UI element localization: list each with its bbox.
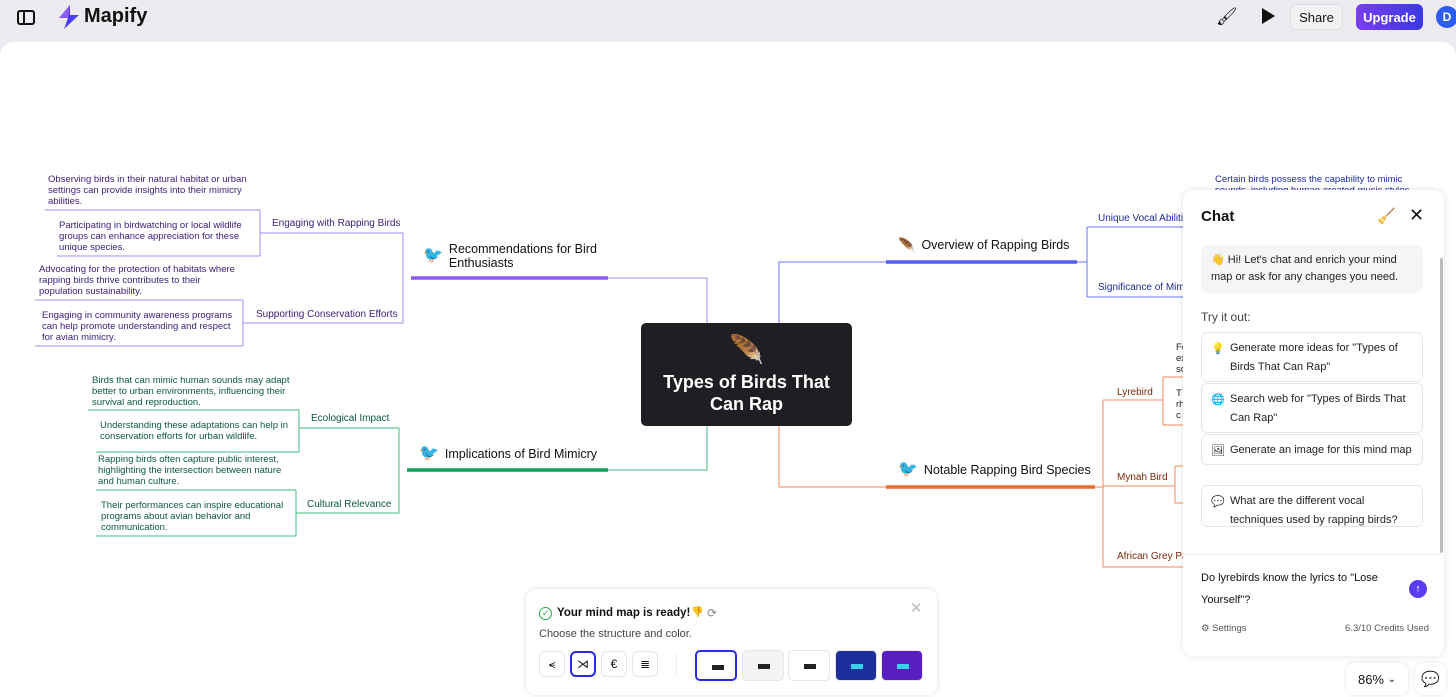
chat-toggle-button[interactable]: 💬 [1415,663,1446,695]
topic-node[interactable]: 🐦 Implications of Bird Mimicry [419,445,597,462]
chat-bubble-icon: 💬 [1421,671,1440,688]
image-icon: 🖼 [1211,445,1225,457]
subtopic-node[interactable]: Mynah Bird [1117,472,1168,483]
subtopic-node[interactable]: Significance of Mimicry [1098,282,1186,293]
credits-used: 6.3/10 Credits Used [1345,623,1429,634]
ready-subtitle: Choose the structure and color. [539,628,692,640]
structure-option-vertical[interactable]: ≣ [632,651,658,677]
chat-panel: Chat 🧹 ✕ 👋 Hi! Let's chat and enrich you… [1183,190,1444,656]
leaf-node[interactable]: Participating in birdwatching or local w… [59,220,254,253]
zoom-level-dropdown[interactable]: 86% ⌄ [1346,663,1408,695]
chat-input[interactable]: Do lyrebirds know the lyrics to "Lose Yo… [1201,567,1401,611]
close-icon[interactable]: ✕ [910,599,923,617]
structure-option-both[interactable]: ⋊ [570,651,596,677]
topic-node[interactable]: 🐦 Recommendations for Bird Enthusiasts [423,242,613,270]
check-circle-icon: ✓ [539,607,552,620]
theme-option-gray[interactable] [742,650,784,681]
kiwi-bird-icon: 🐦 [419,445,439,462]
topic-node[interactable]: 🪶 Overview of Rapping Birds [898,238,1069,252]
subtopic-node[interactable]: Engaging with Rapping Birds [272,218,400,229]
chat-bubble-icon: 💬 [1211,496,1225,508]
leaf-node[interactable]: Birds that can mimic human sounds may ad… [92,375,297,408]
topic-node[interactable]: 🐦 Notable Rapping Bird Species [898,461,1091,478]
theme-option-purple[interactable] [881,650,923,681]
kiwi-bird-icon: 🐦 [423,247,443,264]
subtopic-node[interactable]: Lyrebird [1117,387,1153,398]
kiwi-bird-icon: 🐦 [898,461,918,478]
theme-option-light[interactable] [695,650,737,681]
chat-title: Chat [1201,208,1235,225]
settings-button[interactable]: ⚙ Settings [1201,623,1246,634]
thumbs-down-icon[interactable]: 👎 [691,607,703,618]
suggestion-image[interactable]: 🖼 Generate an image for this mind map [1201,434,1423,465]
leaf-node[interactable]: Observing birds in their natural habitat… [48,174,253,207]
chat-scrollbar[interactable] [1440,258,1443,553]
leaf-node[interactable]: Understanding these adaptations can help… [100,420,295,442]
subtopic-node[interactable]: Unique Vocal Abilities [1098,213,1186,224]
suggestion-ideas[interactable]: 💡 Generate more ideas for "Types of Birds… [1201,332,1423,382]
close-icon[interactable]: ✕ [1409,205,1424,226]
subtopic-node[interactable]: African Grey Pa [1117,551,1185,562]
leaf-node[interactable]: Rapping birds often capture public inter… [98,454,293,487]
subtopic-node[interactable]: Ecological Impact [311,413,389,424]
chat-divider [1183,554,1444,555]
theme-option-navy[interactable] [835,650,877,681]
structure-option-right[interactable]: € [601,651,627,677]
refresh-icon[interactable]: ⟳ [707,606,717,620]
gear-icon: ⚙ [1201,623,1213,634]
map-ready-panel: ✓ Your mind map is ready! 👎 ⟳ ✕ Choose t… [526,589,937,695]
subtopic-node[interactable]: Supporting Conservation Efforts [256,309,398,320]
suggestion-question[interactable]: 💬 What are the different vocal techniques… [1201,485,1423,527]
subtopic-node[interactable]: Cultural Relevance [307,499,392,510]
send-button[interactable]: ↑ [1409,580,1427,598]
lightbulb-icon: 💡 [1211,343,1225,355]
clear-chat-icon[interactable]: 🧹 [1377,207,1396,225]
suggestion-search-web[interactable]: 🌐 Search web for "Types of Birds That Can… [1201,383,1423,433]
feather-icon: 🪶 [729,334,764,365]
central-topic-node[interactable]: 🪶 Types of Birds That Can Rap [641,323,852,426]
leaf-node[interactable]: Certain birds possess the capability to … [1215,174,1415,191]
leaf-node[interactable]: Their performances can inspire education… [101,500,291,533]
try-label: Try it out: [1201,310,1251,324]
leaf-node[interactable]: Advocating for the protection of habitat… [39,264,239,297]
greeting-message: 👋 Hi! Let's chat and enrich your mind ma… [1201,245,1423,293]
divider [676,653,677,677]
globe-icon: 🌐 [1211,394,1225,406]
theme-option-white[interactable] [788,650,830,681]
structure-option-left[interactable]: ⪪ [539,651,565,677]
chevron-down-icon: ⌄ [1387,673,1397,685]
leaf-node[interactable]: Engaging in community awareness programs… [42,310,238,343]
ready-title: Your mind map is ready! [557,607,691,619]
feather-icon: 🪶 [898,237,916,253]
